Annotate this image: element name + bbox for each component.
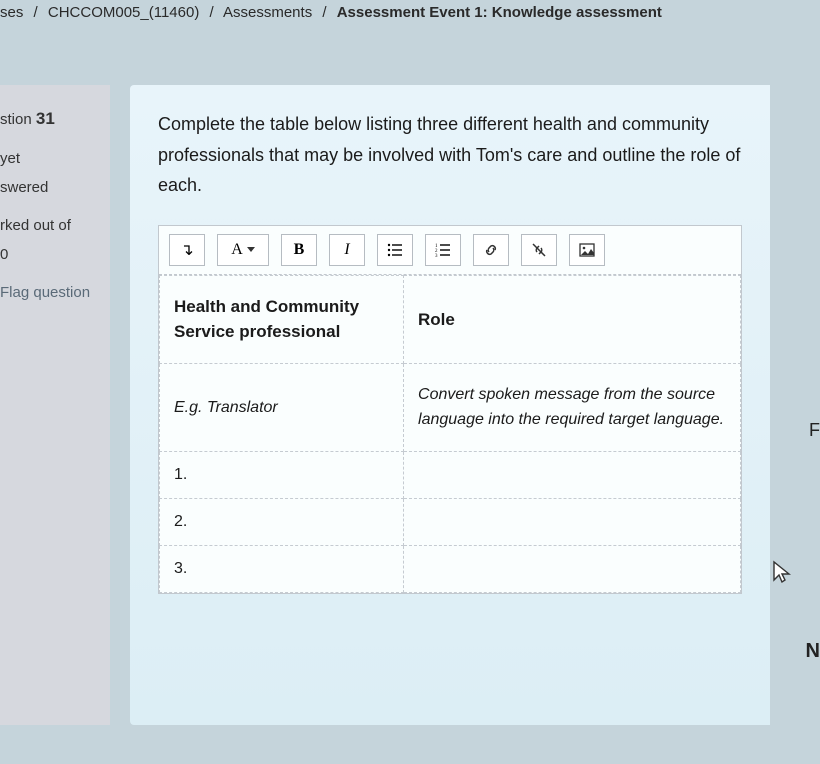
cutoff-text: N	[806, 640, 820, 663]
bold-button[interactable]: B	[281, 234, 317, 266]
question-content: Complete the table below listing three d…	[130, 85, 770, 725]
mouse-cursor-icon	[772, 560, 792, 586]
unlink-icon	[531, 242, 547, 258]
ordered-list-button[interactable]: 123	[425, 234, 461, 266]
table-row[interactable]: 2.	[160, 498, 741, 545]
list-ul-icon	[387, 242, 403, 258]
breadcrumb-item[interactable]: Assessments	[223, 4, 312, 21]
row1-role[interactable]	[404, 451, 741, 498]
flag-question-link[interactable]: Flag question	[0, 279, 100, 308]
table-header-row: Health and Community Service professiona…	[160, 275, 741, 363]
col-header-role: Role	[404, 275, 741, 363]
chevron-down-icon	[247, 247, 255, 252]
link-button[interactable]	[473, 234, 509, 266]
breadcrumb-sep: /	[209, 4, 213, 21]
question-prompt: Complete the table below listing three d…	[158, 109, 742, 201]
toolbar-expand-button[interactable]: ↴	[169, 234, 205, 266]
rich-text-editor[interactable]: ↴ A B I 123	[158, 225, 742, 594]
row2-role[interactable]	[404, 498, 741, 545]
row3-professional[interactable]: 3.	[160, 545, 404, 592]
row2-professional[interactable]: 2.	[160, 498, 404, 545]
marked-out-of: rked out of 0	[0, 212, 100, 269]
col-header-professional: Health and Community Service professiona…	[160, 275, 404, 363]
image-button[interactable]	[569, 234, 605, 266]
editor-toolbar: ↴ A B I 123	[159, 226, 741, 275]
expand-icon: ↴	[180, 240, 193, 260]
table-row[interactable]: 1.	[160, 451, 741, 498]
breadcrumb-sep: /	[322, 4, 326, 21]
font-label: A	[231, 241, 243, 259]
svg-text:3: 3	[435, 254, 438, 258]
breadcrumb-current: Assessment Event 1: Knowledge assessment	[337, 4, 662, 21]
row1-professional[interactable]: 1.	[160, 451, 404, 498]
unordered-list-button[interactable]	[377, 234, 413, 266]
example-role: Convert spoken message from the source l…	[404, 363, 741, 451]
link-icon	[483, 242, 499, 258]
image-icon	[579, 242, 595, 258]
answer-status: yet swered	[0, 145, 100, 202]
cutoff-text: F	[809, 420, 820, 441]
example-professional: E.g. Translator	[160, 363, 404, 451]
breadcrumb: ses / CHCCOM005_(11460) / Assessments / …	[0, 0, 820, 25]
list-ol-icon: 123	[435, 242, 451, 258]
breadcrumb-sep: /	[34, 4, 38, 21]
table-row[interactable]: 3.	[160, 545, 741, 592]
unlink-button[interactable]	[521, 234, 557, 266]
answer-table[interactable]: Health and Community Service professiona…	[159, 275, 741, 593]
question-number: stion 31	[0, 103, 100, 135]
row3-role[interactable]	[404, 545, 741, 592]
font-style-dropdown[interactable]: A	[217, 234, 269, 266]
question-sidebar: stion 31 yet swered rked out of 0 Flag q…	[0, 85, 110, 725]
breadcrumb-item[interactable]: CHCCOM005_(11460)	[48, 4, 199, 21]
breadcrumb-item[interactable]: ses	[0, 4, 23, 21]
italic-button[interactable]: I	[329, 234, 365, 266]
table-example-row: E.g. Translator Convert spoken message f…	[160, 363, 741, 451]
